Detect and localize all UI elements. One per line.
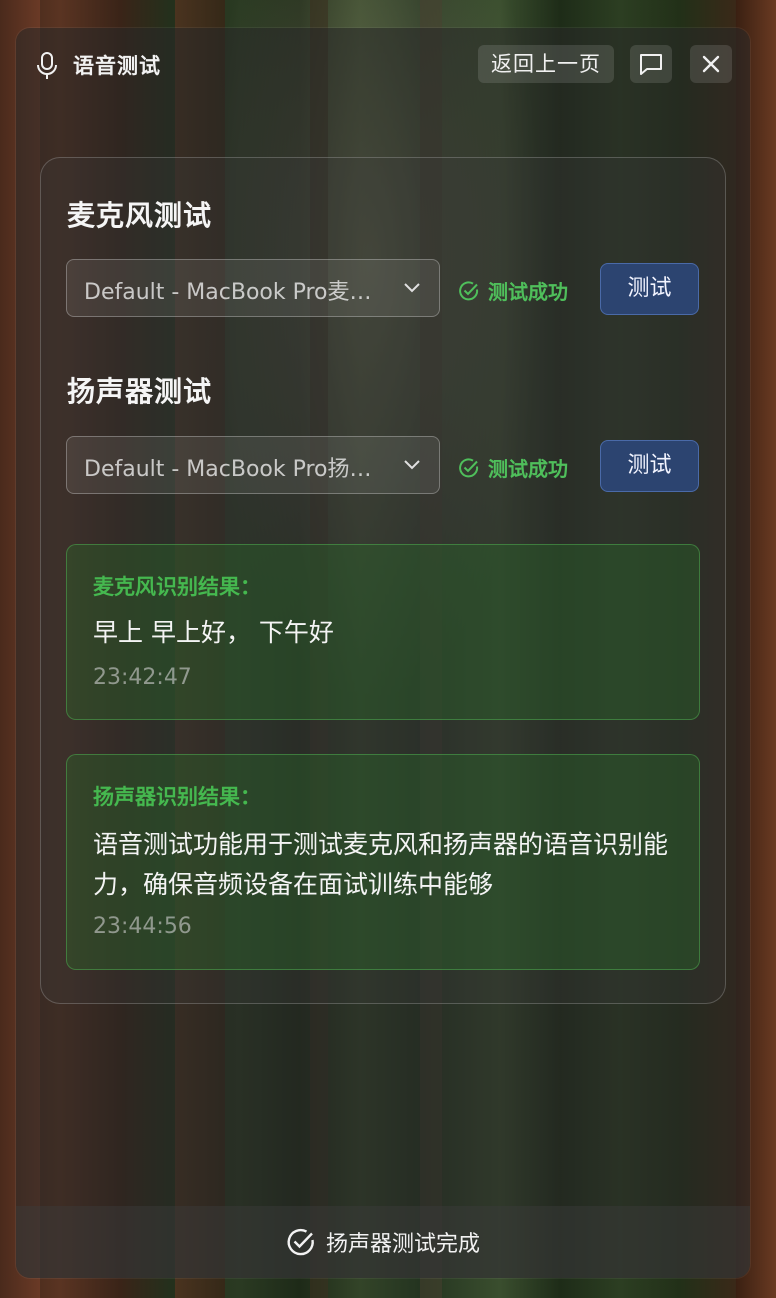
speaker-result-time: 23:44:56 — [93, 914, 192, 939]
microphone-result-label: 麦克风识别结果： — [93, 575, 261, 599]
status-footer: 扬声器测试完成 — [16, 1206, 750, 1278]
microphone-device-value: Default - MacBook Pro麦克风 — [84, 280, 384, 305]
footer-message: 扬声器测试完成 — [325, 1232, 480, 1257]
check-circle-icon — [459, 280, 479, 300]
voice-test-window: 语音测试 返回上一页 麦克风测试 Default - MacBook Pro麦克… — [16, 28, 750, 1278]
microphone-result-text: 早上 早上好， 下午好 — [93, 618, 334, 647]
test-panel: 麦克风测试 Default - MacBook Pro麦克风 测试成功 测试 扬… — [40, 157, 726, 1004]
close-button[interactable] — [690, 45, 732, 83]
microphone-status: 测试成功 — [458, 276, 568, 305]
chevron-down-icon — [404, 460, 420, 470]
close-icon — [702, 55, 720, 73]
back-button[interactable]: 返回上一页 — [478, 45, 614, 83]
speaker-result-label: 扬声器识别结果： — [93, 785, 261, 809]
microphone-result-time: 23:42:47 — [93, 665, 192, 690]
chevron-down-icon — [404, 283, 420, 293]
speaker-device-value: Default - MacBook Pro扬声器 — [84, 457, 384, 482]
message-square-icon — [640, 54, 662, 75]
microphone-section-title: 麦克风测试 — [67, 199, 213, 232]
microphone-result-card: 麦克风识别结果： 早上 早上好， 下午好 23:42:47 — [66, 544, 700, 720]
microphone-device-select[interactable]: Default - MacBook Pro麦克风 — [66, 259, 440, 317]
speaker-device-select[interactable]: Default - MacBook Pro扬声器 — [66, 436, 440, 494]
feedback-button[interactable] — [630, 45, 672, 83]
window-title: 语音测试 — [73, 54, 161, 78]
speaker-section-title: 扬声器测试 — [67, 375, 213, 408]
speaker-test-button[interactable]: 测试 — [600, 440, 699, 492]
speaker-status: 测试成功 — [458, 453, 568, 482]
check-circle-icon — [459, 457, 479, 477]
microphone-status-text: 测试成功 — [488, 280, 568, 304]
speaker-status-text: 测试成功 — [488, 457, 568, 481]
microphone-test-button[interactable]: 测试 — [600, 263, 699, 315]
microphone-icon — [37, 52, 57, 79]
speaker-result-card: 扬声器识别结果： 语音测试功能用于测试麦克风和扬声器的语音识别能力，确保音频设备… — [66, 754, 700, 970]
speaker-result-text: 语音测试功能用于测试麦克风和扬声器的语音识别能力，确保音频设备在面试训练中能够 — [93, 830, 669, 899]
check-circle-icon — [287, 1228, 314, 1256]
title-bar: 语音测试 返回上一页 — [16, 28, 750, 100]
